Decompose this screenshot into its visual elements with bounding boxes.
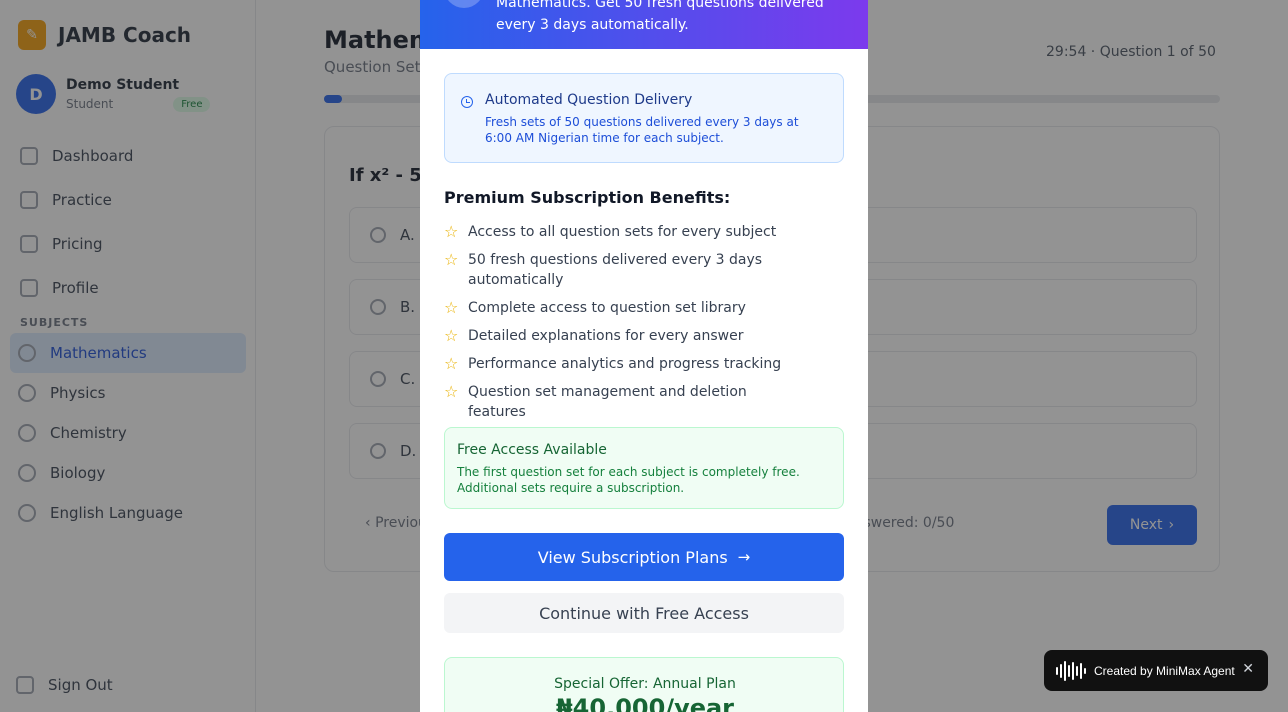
benefit-text: Complete access to question set library bbox=[468, 300, 746, 316]
view-plans-label: View Subscription Plans bbox=[537, 547, 728, 567]
list-item: ☆ Access to all question sets for every s… bbox=[444, 222, 844, 242]
delivery-info-box: Automated Question Delivery Fresh sets o… bbox=[444, 73, 844, 163]
benefit-text: 50 fresh questions delivered every 3 day… bbox=[468, 252, 763, 288]
list-item: ☆ Question set management and deletion fe… bbox=[444, 382, 844, 422]
delivery-info-text: Fresh sets of 50 questions delivered eve… bbox=[485, 115, 799, 145]
list-item: ☆ Detailed explanations for every answer bbox=[444, 326, 844, 346]
created-by-badge[interactable]: Created by MiniMax Agent ✕ bbox=[1044, 650, 1268, 691]
offer-title: Special Offer: Annual Plan bbox=[554, 676, 736, 692]
star-icon: ☆ bbox=[444, 382, 459, 401]
benefits-list: ☆ Access to all question sets for every s… bbox=[444, 222, 844, 430]
continue-free-button[interactable]: Continue with Free Access bbox=[444, 593, 844, 633]
benefit-text: Performance analytics and progress track… bbox=[468, 356, 782, 372]
star-icon: ☆ bbox=[444, 354, 459, 373]
free-access-text: The first question set for each subject … bbox=[457, 465, 800, 495]
subscription-modal: Mathematics. Get 50 fresh questions deli… bbox=[420, 0, 868, 712]
star-icon: ☆ bbox=[444, 222, 459, 241]
clock-icon bbox=[461, 96, 473, 108]
list-item: ☆ Complete access to question set library bbox=[444, 298, 844, 318]
benefit-text: Detailed explanations for every answer bbox=[468, 328, 744, 344]
waveform-icon bbox=[1056, 660, 1086, 681]
view-plans-button[interactable]: View Subscription Plans → bbox=[444, 533, 844, 581]
modal-header-text: Mathematics. Get 50 fresh questions deli… bbox=[496, 0, 824, 33]
close-icon[interactable]: ✕ bbox=[1242, 661, 1254, 677]
list-item: ☆ 50 fresh questions delivered every 3 da… bbox=[444, 250, 844, 290]
modal-header: Mathematics. Get 50 fresh questions deli… bbox=[420, 0, 868, 49]
free-access-title: Free Access Available bbox=[457, 442, 607, 458]
star-icon: ☆ bbox=[444, 298, 459, 317]
benefit-text: Access to all question sets for every su… bbox=[468, 224, 777, 240]
star-icon: ☆ bbox=[444, 250, 459, 269]
delivery-info-title: Automated Question Delivery bbox=[485, 92, 693, 108]
benefits-title: Premium Subscription Benefits: bbox=[444, 188, 731, 207]
offer-price: ₦40,000/year bbox=[555, 694, 735, 712]
star-icon: ☆ bbox=[444, 326, 459, 345]
annual-offer-box: Special Offer: Annual Plan ₦40,000/year bbox=[444, 657, 844, 712]
crown-icon bbox=[444, 0, 484, 8]
list-item: ☆ Performance analytics and progress trac… bbox=[444, 354, 844, 374]
arrow-right-icon: → bbox=[737, 548, 751, 566]
free-access-box: Free Access Available The first question… bbox=[444, 427, 844, 509]
badge-text: Created by MiniMax Agent bbox=[1094, 663, 1235, 678]
benefit-text: Question set management and deletion fea… bbox=[468, 384, 747, 420]
